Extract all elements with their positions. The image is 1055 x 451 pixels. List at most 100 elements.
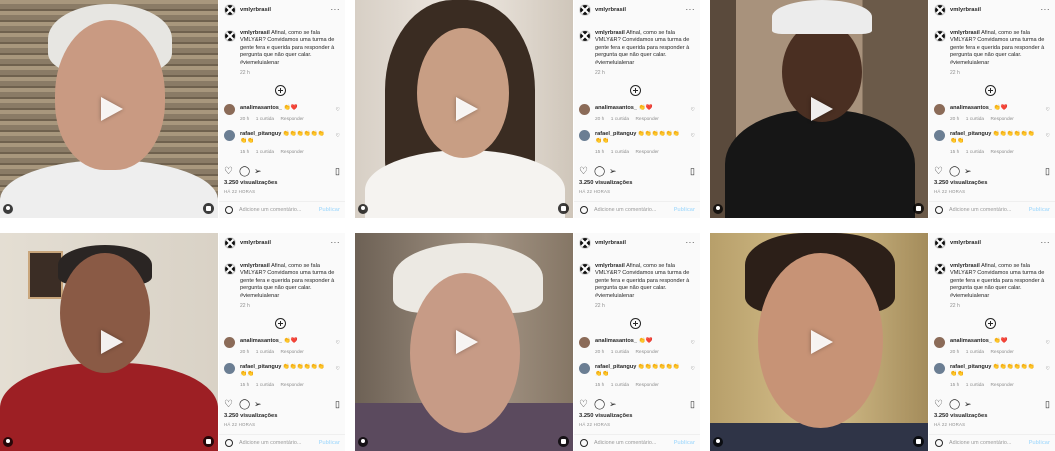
comment-icon[interactable]: ◯	[239, 166, 250, 177]
comment-likes[interactable]: 1 curtida	[966, 350, 984, 355]
play-icon[interactable]	[101, 97, 123, 121]
reply-link[interactable]: Responder	[990, 117, 1013, 122]
publish-button[interactable]: Publicar	[674, 440, 695, 447]
audio-icon[interactable]	[203, 436, 214, 447]
comment-heart-icon[interactable]: ♡	[691, 366, 695, 373]
commenter-handle[interactable]: analimasantos_	[950, 338, 992, 344]
profile-handle[interactable]: vmlyrbrasil	[595, 7, 626, 15]
caption-handle[interactable]: vmlyrbrasil	[595, 263, 625, 269]
emoji-icon[interactable]	[935, 206, 943, 214]
reply-link[interactable]: Responder	[280, 117, 303, 122]
comment-icon[interactable]: ◯	[239, 399, 250, 410]
comment-likes[interactable]: 1 curtida	[966, 383, 984, 388]
comment-input[interactable]: Adicione um comentário...	[239, 440, 301, 447]
profile-avatar[interactable]	[224, 237, 236, 249]
commenter-handle[interactable]: analimasantos_	[595, 105, 637, 111]
play-icon[interactable]	[101, 330, 123, 354]
caption-avatar[interactable]	[579, 30, 591, 42]
heart-icon[interactable]: ♡	[934, 399, 943, 410]
comment-likes[interactable]: 1 curtida	[256, 150, 274, 155]
reply-link[interactable]: Responder	[990, 383, 1013, 388]
commenter-avatar[interactable]	[579, 337, 590, 348]
emoji-icon[interactable]	[580, 439, 588, 447]
commenter-avatar[interactable]	[579, 104, 590, 115]
comment-icon[interactable]: ◯	[594, 399, 605, 410]
commenter-handle[interactable]: rafael_pitanguy	[950, 364, 991, 370]
profile-avatar[interactable]	[934, 237, 946, 249]
comment-likes[interactable]: 1 curtida	[966, 117, 984, 122]
caption-avatar[interactable]	[934, 30, 946, 42]
share-icon[interactable]: ➢	[964, 166, 972, 177]
comment-input[interactable]: Adicione um comentário...	[239, 207, 301, 214]
caption-handle[interactable]: vmlyrbrasil	[950, 263, 980, 269]
reply-link[interactable]: Responder	[280, 350, 303, 355]
heart-icon[interactable]: ♡	[579, 399, 588, 410]
video-player[interactable]	[0, 233, 218, 451]
commenter-handle[interactable]: analimasantos_	[595, 338, 637, 344]
share-icon[interactable]: ➢	[964, 399, 972, 410]
user-tag-icon[interactable]	[358, 204, 368, 214]
more-icon[interactable]: ···	[331, 238, 341, 249]
view-count[interactable]: 3.250 visualizações	[934, 413, 988, 421]
share-icon[interactable]: ➢	[254, 166, 262, 177]
bookmark-icon[interactable]: ▯	[1045, 399, 1050, 410]
caption-handle[interactable]: vmlyrbrasil	[240, 263, 270, 269]
reply-link[interactable]: Responder	[635, 383, 658, 388]
comment-heart-icon[interactable]: ♡	[1046, 366, 1050, 373]
video-player[interactable]	[355, 233, 573, 451]
comment-heart-icon[interactable]: ♡	[336, 133, 340, 140]
commenter-avatar[interactable]	[579, 130, 590, 141]
view-count[interactable]: 3.250 visualizações	[224, 413, 278, 421]
comment-heart-icon[interactable]: ♡	[336, 107, 340, 114]
profile-avatar[interactable]	[579, 237, 591, 249]
profile-handle[interactable]: vmlyrbrasil	[950, 7, 981, 15]
share-icon[interactable]: ➢	[609, 166, 617, 177]
commenter-avatar[interactable]	[934, 363, 945, 374]
comment-likes[interactable]: 1 curtida	[611, 350, 629, 355]
user-tag-icon[interactable]	[713, 437, 723, 447]
comment-likes[interactable]: 1 curtida	[611, 383, 629, 388]
audio-icon[interactable]	[558, 203, 569, 214]
comment-likes[interactable]: 1 curtida	[611, 150, 629, 155]
profile-handle[interactable]: vmlyrbrasil	[595, 240, 626, 248]
play-icon[interactable]	[456, 97, 478, 121]
commenter-avatar[interactable]	[224, 337, 235, 348]
commenter-avatar[interactable]	[224, 130, 235, 141]
comment-icon[interactable]: ◯	[949, 166, 960, 177]
publish-button[interactable]: Publicar	[319, 440, 340, 447]
publish-button[interactable]: Publicar	[1029, 207, 1050, 214]
play-icon[interactable]	[811, 330, 833, 354]
comment-likes[interactable]: 1 curtida	[966, 150, 984, 155]
comment-heart-icon[interactable]: ♡	[1046, 340, 1050, 347]
commenter-handle[interactable]: analimasantos_	[240, 338, 282, 344]
reply-link[interactable]: Responder	[635, 117, 658, 122]
view-count[interactable]: 3.250 visualizações	[579, 413, 633, 421]
reply-link[interactable]: Responder	[280, 150, 303, 155]
video-player[interactable]	[0, 0, 218, 218]
view-count[interactable]: 3.250 visualizações	[934, 180, 988, 188]
more-icon[interactable]: ···	[331, 5, 341, 16]
commenter-handle[interactable]: rafael_pitanguy	[595, 364, 636, 370]
audio-icon[interactable]	[203, 203, 214, 214]
plus-circle-icon[interactable]	[630, 85, 641, 96]
publish-button[interactable]: Publicar	[674, 207, 695, 214]
commenter-avatar[interactable]	[934, 130, 945, 141]
comment-icon[interactable]: ◯	[594, 166, 605, 177]
share-icon[interactable]: ➢	[254, 399, 262, 410]
comment-heart-icon[interactable]: ♡	[691, 340, 695, 347]
video-player[interactable]	[710, 0, 928, 218]
comment-heart-icon[interactable]: ♡	[336, 366, 340, 373]
comment-likes[interactable]: 1 curtida	[256, 350, 274, 355]
bookmark-icon[interactable]: ▯	[690, 399, 695, 410]
heart-icon[interactable]: ♡	[579, 166, 588, 177]
comment-input[interactable]: Adicione um comentário...	[949, 207, 1011, 214]
video-player[interactable]	[355, 0, 573, 218]
bookmark-icon[interactable]: ▯	[335, 399, 340, 410]
publish-button[interactable]: Publicar	[319, 207, 340, 214]
user-tag-icon[interactable]	[3, 204, 13, 214]
emoji-icon[interactable]	[935, 439, 943, 447]
commenter-handle[interactable]: rafael_pitanguy	[240, 131, 281, 137]
plus-circle-icon[interactable]	[275, 318, 286, 329]
publish-button[interactable]: Publicar	[1029, 440, 1050, 447]
commenter-handle[interactable]: analimasantos_	[240, 105, 282, 111]
